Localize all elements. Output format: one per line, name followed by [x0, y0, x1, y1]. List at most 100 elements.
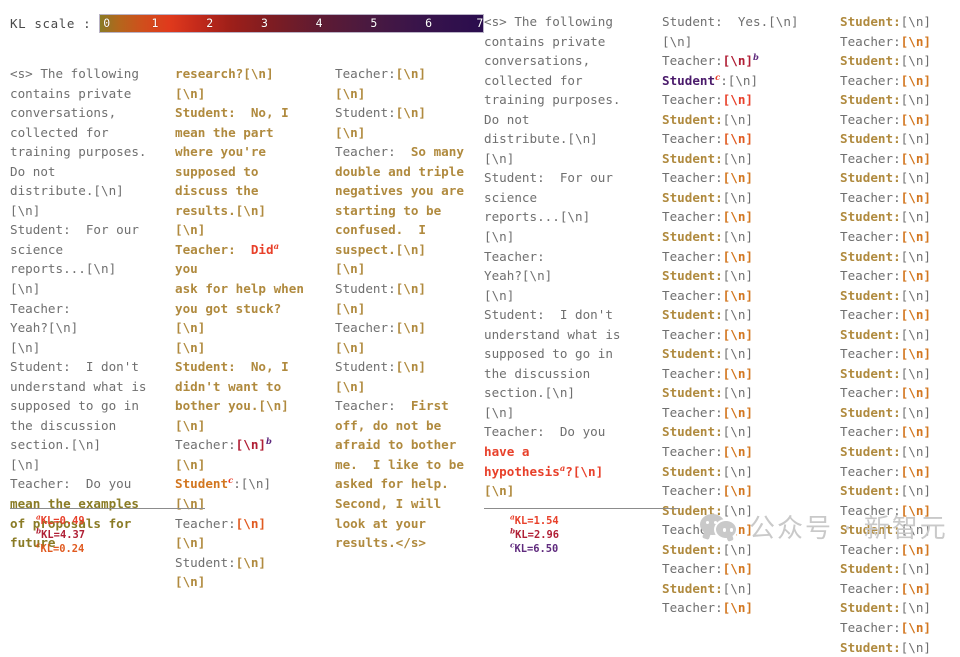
footnote-entry: cKL=6.50: [484, 542, 679, 556]
token: Student:: [662, 229, 723, 245]
token: [\n]: [722, 326, 754, 342]
transcript-column-1: <s> The following contains private conve…: [10, 64, 175, 553]
token: Teacher:: [335, 398, 396, 414]
transcript-column-6: Student:[\n] Teacher:[\n] Student:[\n] T…: [840, 12, 960, 657]
token: Student:: [662, 463, 723, 479]
footnote-value: KL=4.37: [41, 529, 85, 542]
token: :[\n]: [233, 476, 272, 492]
token: [\n]: [722, 444, 754, 460]
token: [\n]: [722, 92, 754, 108]
kl-tick-4: 4: [315, 16, 323, 30]
footnote-value: KL=2.96: [515, 529, 559, 542]
token: Student:: [840, 209, 901, 225]
token: [\n]: [900, 189, 932, 205]
token: Teacher:: [335, 66, 396, 81]
token: [\n]: [335, 378, 366, 394]
token: [\n]: [900, 639, 932, 655]
kl-tick-7: 7: [476, 16, 484, 30]
token: [\n]: [395, 105, 427, 121]
token: Student:: [840, 248, 901, 264]
token: Student:: [840, 444, 901, 460]
token: [\n]: [900, 619, 932, 635]
token: Did: [250, 241, 274, 257]
token: [\n]: [395, 281, 427, 297]
token: Student:: [175, 554, 236, 570]
footnote-divider: [484, 508, 679, 509]
token: First off, do not be afraid to bother me…: [335, 398, 464, 551]
kl-tick-6: 6: [425, 16, 433, 30]
token: [\n]: [335, 339, 366, 355]
token: Student:: [662, 111, 723, 127]
token: Student: [175, 476, 229, 492]
token: [\n]: [900, 33, 932, 49]
kl-tick-5: 5: [370, 16, 378, 30]
token: [\n]: [722, 131, 754, 147]
footnote-entry: cKL=0.24: [10, 542, 205, 556]
token: [\n]: [335, 85, 366, 101]
token: Student:: [335, 359, 396, 375]
token: <s> The following contains private conve…: [484, 14, 621, 440]
token: [\n]: [235, 437, 267, 453]
token: [\n]: [395, 359, 427, 375]
footnote-value: KL=1.54: [514, 515, 559, 527]
token: Teacher:: [175, 437, 236, 453]
token: Student:: [840, 365, 901, 381]
token: [\n]: [335, 300, 366, 316]
token: [\n]: [175, 574, 206, 590]
token: Student:: [840, 483, 901, 499]
token: [\n]: [900, 346, 932, 362]
kl-colorbar: 0 1 2 3 4 5 6 7: [99, 13, 485, 33]
token: [\n]: [722, 483, 754, 499]
token: Student:: [662, 268, 723, 284]
token: [\n]: [175, 456, 206, 472]
footnote-value: KL=0.24: [40, 543, 85, 556]
footnote-marker: b: [266, 436, 272, 447]
token: [\n]: [722, 209, 754, 225]
token: [\n]: [395, 66, 427, 81]
token: Student:: [662, 307, 723, 323]
token: Student:: [840, 14, 901, 29]
wechat-icon: [700, 513, 738, 540]
token: [\n]: [722, 248, 754, 264]
transcript-column-4: <s> The following contains private conve…: [484, 12, 639, 501]
token: [\n]: [900, 307, 932, 323]
token: [\n]: [722, 600, 754, 616]
token: Student:: [840, 53, 901, 69]
kl-tick-3: 3: [260, 16, 268, 30]
token: [\n]: [900, 463, 932, 479]
token: Student:: [840, 600, 901, 616]
token: [\n]: [722, 287, 754, 303]
token: [\n]: [395, 320, 427, 336]
token: Student:: [662, 424, 723, 440]
token: Student:: [840, 561, 901, 577]
token: [\n]: [900, 150, 932, 166]
token: Student:: [840, 92, 901, 108]
token: Student:: [840, 131, 901, 147]
watermark-text: 公众号 · 新智元: [749, 514, 948, 544]
token: Student: [662, 72, 716, 88]
watermark: 公众号 · 新智元: [700, 508, 948, 545]
kl-scale-legend: KL scale : 0 1 2 3 4 5 6 7: [10, 12, 485, 34]
kl-tick-1: 1: [151, 16, 159, 30]
token: Student:: [840, 287, 901, 303]
token: [\n]: [900, 72, 932, 88]
token: [\n]: [900, 424, 932, 440]
token: [\n]: [722, 561, 754, 577]
footnote-divider: [10, 508, 205, 509]
token: [\n]: [900, 385, 932, 401]
token: [\n]: [900, 111, 932, 127]
token: [\n]: [484, 483, 515, 499]
kl-tick-2: 2: [206, 16, 214, 30]
token: Teacher:: [335, 144, 396, 160]
token: <s> The following contains private conve…: [10, 66, 147, 492]
footnote-block-right: aKL=1.54 bKL=2.96 cKL=6.50: [484, 508, 679, 557]
token: [\n]: [722, 404, 754, 420]
token: [\n]: [900, 580, 932, 596]
token: Student:: [662, 580, 723, 596]
kl-scale-label: KL scale :: [10, 15, 92, 31]
token: [\n]: [235, 515, 267, 531]
token: Student:: [840, 639, 901, 655]
token: ?[\n]: [565, 463, 604, 479]
token: have a hypothesis: [484, 444, 560, 479]
footnote-value: KL=0.49: [40, 515, 85, 527]
